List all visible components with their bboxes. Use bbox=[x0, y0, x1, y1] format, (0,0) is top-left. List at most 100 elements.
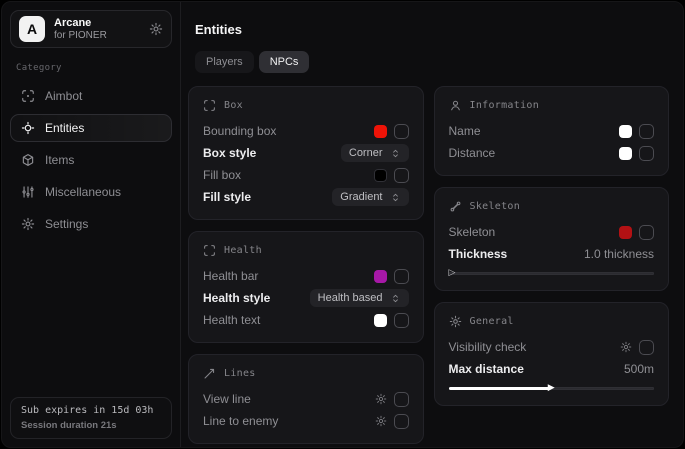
app-window: A Arcane for PIONER Category Aimbot Entit… bbox=[1, 1, 684, 448]
page-title: Entities bbox=[195, 22, 669, 37]
row-label: Health style bbox=[203, 291, 270, 305]
card-header: Lines bbox=[203, 367, 409, 380]
diagonal-line-icon bbox=[203, 367, 216, 380]
slider-thumb[interactable]: ▶ bbox=[548, 382, 555, 393]
sidebar-item-settings[interactable]: Settings bbox=[10, 210, 172, 238]
visibility-check-checkbox[interactable] bbox=[639, 340, 654, 355]
sidebar: A Arcane for PIONER Category Aimbot Entit… bbox=[2, 2, 181, 447]
sliders-icon bbox=[21, 185, 35, 199]
category-label: Category bbox=[16, 63, 166, 73]
app-logo: A bbox=[19, 16, 45, 42]
slider-fill bbox=[449, 387, 552, 390]
bounding-box-checkbox[interactable] bbox=[394, 124, 409, 139]
card-title: Information bbox=[470, 100, 540, 111]
fill-style-dropdown[interactable]: Gradient bbox=[332, 188, 408, 206]
row-label: Distance bbox=[449, 146, 496, 160]
gear-icon[interactable] bbox=[375, 393, 387, 405]
card-title: Skeleton bbox=[470, 201, 521, 212]
line-to-enemy-checkbox[interactable] bbox=[394, 414, 409, 429]
row-control bbox=[619, 146, 654, 161]
row-label: Thickness bbox=[449, 247, 508, 261]
health-text-color-swatch[interactable] bbox=[374, 314, 387, 327]
bounding-box-color-swatch[interactable] bbox=[374, 125, 387, 138]
row-visibility-check: Visibility check bbox=[449, 336, 655, 358]
row-control: Health based bbox=[310, 289, 409, 307]
dropdown-value: Corner bbox=[349, 147, 383, 159]
gear-icon bbox=[21, 217, 35, 231]
settings-grid: Box Bounding box Box style Corner Fill box Fi… bbox=[188, 86, 669, 444]
row-label: Line to enemy bbox=[203, 414, 278, 428]
gear-icon[interactable] bbox=[620, 341, 632, 353]
name-checkbox[interactable] bbox=[639, 124, 654, 139]
fill-box-checkbox[interactable] bbox=[394, 168, 409, 183]
box-style-dropdown[interactable]: Corner bbox=[341, 144, 409, 162]
row-control bbox=[374, 168, 409, 183]
unfold-icon bbox=[390, 293, 401, 304]
row-view-line: View line bbox=[203, 388, 409, 410]
row-label: View line bbox=[203, 392, 251, 406]
card-skeleton: Skeleton Skeleton Thickness 1.0 thickness ▷ bbox=[434, 187, 670, 291]
row-label: Bounding box bbox=[203, 124, 276, 138]
tab-players[interactable]: Players bbox=[195, 51, 254, 73]
health-text-checkbox[interactable] bbox=[394, 313, 409, 328]
tab-bar: PlayersNPCs bbox=[195, 51, 669, 73]
row-fill-box: Fill box bbox=[203, 164, 409, 186]
row-label: Fill box bbox=[203, 168, 241, 182]
gear-icon[interactable] bbox=[375, 415, 387, 427]
thickness-value: 1.0 thickness bbox=[584, 247, 654, 261]
card-header: Health bbox=[203, 244, 409, 257]
row-label: Health text bbox=[203, 313, 260, 327]
app-header-card: A Arcane for PIONER bbox=[10, 10, 172, 48]
slider-thumb[interactable]: ▷ bbox=[449, 267, 456, 278]
corners-icon bbox=[203, 99, 216, 112]
card-box: Box Bounding box Box style Corner Fill box Fi… bbox=[188, 86, 424, 220]
max-distance-slider[interactable]: ▶ bbox=[449, 383, 655, 394]
sidebar-item-label: Aimbot bbox=[45, 89, 82, 103]
health-bar-checkbox[interactable] bbox=[394, 269, 409, 284]
sidebar-item-label: Entities bbox=[45, 121, 84, 135]
card-header: Box bbox=[203, 99, 409, 112]
row-label: Fill style bbox=[203, 190, 251, 204]
skeleton-color-swatch[interactable] bbox=[619, 226, 632, 239]
tab-npcs[interactable]: NPCs bbox=[259, 51, 310, 73]
view-line-checkbox[interactable] bbox=[394, 392, 409, 407]
distance-checkbox[interactable] bbox=[639, 146, 654, 161]
name-color-swatch[interactable] bbox=[619, 125, 632, 138]
app-name: Arcane bbox=[54, 17, 107, 29]
health-bar-color-swatch[interactable] bbox=[374, 270, 387, 283]
app-meta: Arcane for PIONER bbox=[54, 17, 107, 41]
card-health: HealthHealth barHealth styleHealth based… bbox=[188, 231, 424, 343]
health-style-dropdown[interactable]: Health based bbox=[310, 289, 409, 307]
max-distance-value: 500m bbox=[624, 362, 654, 376]
sidebar-item-items[interactable]: Items bbox=[10, 146, 172, 174]
fill-box-color-swatch[interactable] bbox=[374, 169, 387, 182]
row-control bbox=[375, 414, 409, 429]
card-title: General bbox=[470, 316, 514, 327]
row-label: Skeleton bbox=[449, 225, 496, 239]
radar-icon bbox=[21, 121, 35, 135]
skeleton-checkbox[interactable] bbox=[639, 225, 654, 240]
gear-icon bbox=[449, 315, 462, 328]
sidebar-item-label: Items bbox=[45, 153, 74, 167]
thickness-slider[interactable]: ▷ bbox=[449, 268, 655, 279]
row-label: Visibility check bbox=[449, 340, 527, 354]
row-fill-style: Fill style Gradient bbox=[203, 186, 409, 208]
row-bounding-box: Bounding box bbox=[203, 120, 409, 142]
row-control bbox=[375, 392, 409, 407]
sidebar-item-entities[interactable]: Entities bbox=[10, 114, 172, 142]
row-label: Box style bbox=[203, 146, 256, 160]
card-title: Lines bbox=[224, 368, 256, 379]
corners-icon bbox=[203, 244, 216, 257]
row-name: Name bbox=[449, 120, 655, 142]
dropdown-value: Health based bbox=[318, 292, 383, 304]
person-icon bbox=[449, 99, 462, 112]
gear-icon[interactable] bbox=[149, 22, 163, 36]
sub-expiry-text: Sub expires in 15d 03h bbox=[21, 405, 161, 416]
row-label: Name bbox=[449, 124, 481, 138]
distance-color-swatch[interactable] bbox=[619, 147, 632, 160]
sidebar-item-miscellaneous[interactable]: Miscellaneous bbox=[10, 178, 172, 206]
slider-track bbox=[449, 272, 655, 275]
card-column: Box Bounding box Box style Corner Fill box Fi… bbox=[188, 86, 424, 444]
subscription-card: Sub expires in 15d 03h Session duration … bbox=[10, 397, 172, 439]
sidebar-item-aimbot[interactable]: Aimbot bbox=[10, 82, 172, 110]
